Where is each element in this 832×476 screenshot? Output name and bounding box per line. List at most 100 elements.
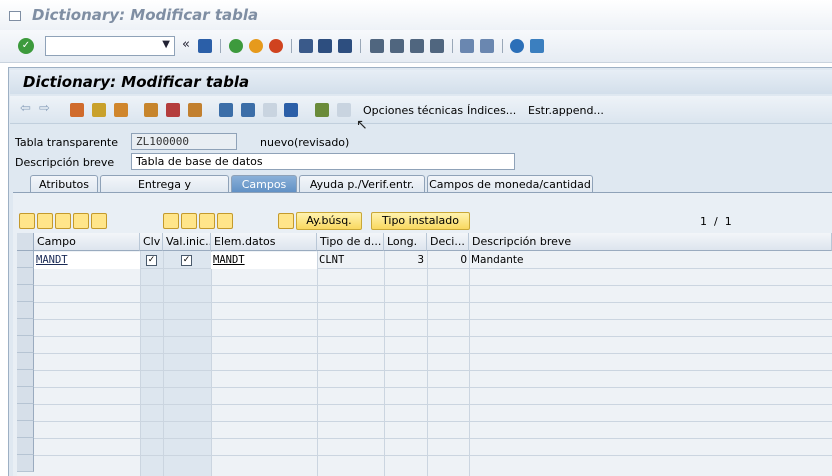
tab-delivery[interactable]: Entrega y actualización <box>100 175 229 208</box>
command-dropdown-icon[interactable]: ▼ <box>162 39 170 50</box>
table-status-text: nuevo(revisado) <box>260 136 350 149</box>
window-title: Dictionary: Modificar tabla <box>32 6 259 24</box>
select-icon[interactable] <box>181 213 197 229</box>
grid-line <box>34 455 832 456</box>
object-list-icon[interactable] <box>166 103 180 117</box>
forward-arrow-icon[interactable]: ⇨ <box>39 101 50 116</box>
previous-page-icon[interactable] <box>390 39 404 53</box>
toolbar-separator <box>360 39 361 53</box>
column-header-key[interactable]: Clv <box>140 233 163 251</box>
system-menu-icon[interactable] <box>9 11 21 21</box>
cancel-icon[interactable] <box>269 39 283 53</box>
column-header-initial-values[interactable]: Val.inic... <box>163 233 211 251</box>
find-icon[interactable] <box>318 39 332 53</box>
find-next-icon[interactable] <box>338 39 352 53</box>
last-page-icon[interactable] <box>430 39 444 53</box>
copy-icon[interactable] <box>37 213 53 229</box>
column-header-length[interactable]: Long. <box>384 233 427 251</box>
help-icon[interactable] <box>510 39 524 53</box>
data-type-cell: CLNT <box>319 254 345 266</box>
row-selector[interactable] <box>17 404 34 421</box>
column-header-field[interactable]: Campo <box>34 233 140 251</box>
first-page-icon[interactable] <box>370 39 384 53</box>
row-selector[interactable] <box>17 421 34 438</box>
back-arrow-icon[interactable]: ⇦ <box>20 101 31 116</box>
grid-line <box>34 285 832 286</box>
new-session-icon[interactable] <box>460 39 474 53</box>
insert-row-icon[interactable] <box>73 213 89 229</box>
next-page-icon[interactable] <box>410 39 424 53</box>
row-selector[interactable] <box>17 268 34 285</box>
grid-line <box>34 302 832 303</box>
graphic-icon[interactable] <box>241 103 255 117</box>
data-element-cell[interactable]: MANDT <box>211 252 317 269</box>
key-checkbox[interactable]: ✓ <box>146 255 157 266</box>
toolbar-separator <box>220 39 221 53</box>
tab-input-help[interactable]: Ayuda p./Verif.entr. <box>299 175 425 193</box>
delete-row-icon[interactable] <box>91 213 107 229</box>
initial-values-checkbox[interactable]: ✓ <box>181 255 192 266</box>
row-selector[interactable] <box>17 336 34 353</box>
select-all-cell[interactable] <box>17 233 34 251</box>
exit-icon[interactable] <box>249 39 263 53</box>
row-selector[interactable] <box>17 319 34 336</box>
decimals-cell: 0 <box>460 254 467 266</box>
append-structure-button[interactable]: Estr.append... <box>528 104 604 117</box>
builtin-type-button[interactable]: Tipo instalado <box>371 212 470 230</box>
grid-column-line <box>140 251 141 476</box>
back-icon[interactable] <box>229 39 243 53</box>
row-selector[interactable] <box>17 302 34 319</box>
paste-icon[interactable] <box>55 213 71 229</box>
tree-icon[interactable] <box>315 103 329 117</box>
search-help-icon[interactable] <box>278 213 294 229</box>
indexes-button[interactable]: Índices... <box>467 104 516 117</box>
activate-icon[interactable] <box>114 103 128 117</box>
deselect-icon[interactable] <box>199 213 215 229</box>
display-change-icon[interactable] <box>70 103 84 117</box>
grid-line <box>34 336 832 337</box>
column-header-short-description[interactable]: Descripción breve <box>469 233 832 251</box>
row-selector[interactable] <box>17 370 34 387</box>
tab-attributes[interactable]: Atributos <box>30 175 98 193</box>
tab-currency-quantity[interactable]: Campos de moneda/cantidad <box>427 175 593 193</box>
layout-menu-icon[interactable] <box>530 39 544 53</box>
mouse-cursor-icon: ↖ <box>356 117 368 133</box>
column-header-decimals[interactable]: Deci... <box>427 233 469 251</box>
window-title-bar: Dictionary: Modificar tabla <box>0 0 832 30</box>
check-object-icon[interactable] <box>92 103 106 117</box>
command-field[interactable]: ▼ <box>45 36 175 56</box>
grid-line <box>34 319 832 320</box>
where-used-icon[interactable] <box>144 103 158 117</box>
column-header-data-element[interactable]: Elem.datos <box>211 233 317 251</box>
grid-line <box>34 387 832 388</box>
toolbar-separator <box>291 39 292 53</box>
filter-icon[interactable] <box>163 213 179 229</box>
save-icon[interactable] <box>198 39 212 53</box>
collapse-command-icon[interactable]: « <box>182 37 190 52</box>
grid-column-line <box>317 251 318 476</box>
short-description-input[interactable]: Tabla de base de datos <box>131 153 515 170</box>
row-selector[interactable] <box>17 438 34 455</box>
short-description-cell: Mandante <box>471 254 524 266</box>
table-type-label: Tabla transparente <box>15 136 119 149</box>
row-selector[interactable] <box>17 251 34 268</box>
tab-fields[interactable]: Campos <box>231 175 297 193</box>
grid-column-line <box>163 251 164 476</box>
column-header-data-type[interactable]: Tipo de d... <box>317 233 384 251</box>
cut-icon[interactable] <box>19 213 35 229</box>
enter-check-icon[interactable]: ✓ <box>18 38 34 54</box>
info-icon[interactable] <box>284 103 298 117</box>
row-selector[interactable] <box>17 455 34 472</box>
scroll-up-icon[interactable] <box>217 213 233 229</box>
print-icon[interactable] <box>299 39 313 53</box>
navigation-window-icon[interactable] <box>188 103 202 117</box>
search-help-button[interactable]: Ay.búsq. <box>296 212 362 230</box>
grid-column-line <box>427 251 428 476</box>
row-selector[interactable] <box>17 353 34 370</box>
row-selector[interactable] <box>17 387 34 404</box>
technical-options-button[interactable]: Opciones técnicas <box>363 104 463 117</box>
shortcut-icon[interactable] <box>480 39 494 53</box>
hierarchy-icon[interactable] <box>219 103 233 117</box>
field-name-cell[interactable]: MANDT <box>34 252 140 269</box>
row-selector[interactable] <box>17 285 34 302</box>
